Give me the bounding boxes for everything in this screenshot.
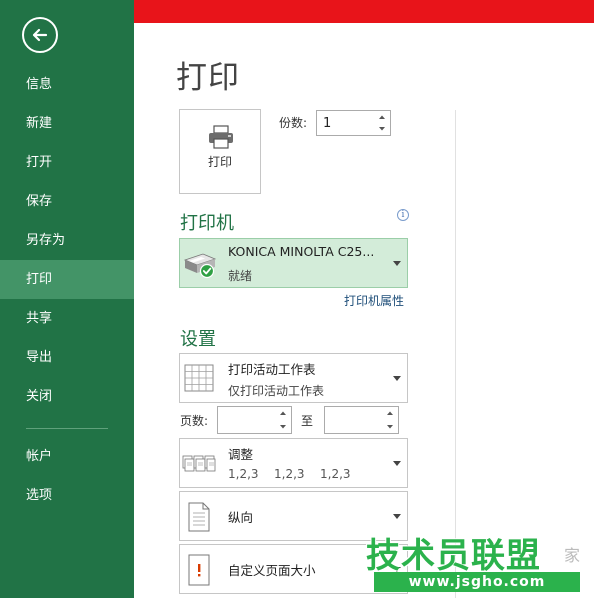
collate-order-item: 1,2,3: [320, 467, 351, 481]
custom-page-size-icon: [188, 554, 210, 586]
sidebar-item-save[interactable]: 保存: [0, 182, 134, 221]
chevron-down-icon: [393, 461, 401, 466]
settings-heading: 设置: [180, 329, 216, 350]
sidebar-item-info[interactable]: 信息: [0, 65, 134, 104]
collate-order-item: 1,2,3: [228, 467, 259, 481]
sidebar-item-options[interactable]: 选项: [0, 476, 134, 515]
sidebar-item-new[interactable]: 新建: [0, 104, 134, 143]
collate-order: 1,2,3 1,2,3 1,2,3: [228, 467, 366, 481]
watermark-text: 技术员联盟: [366, 536, 541, 576]
page-title: 打印: [176, 60, 240, 96]
sidebar-item-account[interactable]: 帐户: [0, 437, 134, 476]
printer-status: 就绪: [228, 269, 253, 283]
sidebar-divider: [26, 428, 108, 429]
pages-to-label: 至: [301, 414, 314, 428]
watermark-logo: 技术员联盟 家 www.jsgho.com: [362, 528, 594, 598]
pages-from-stepper[interactable]: [217, 406, 292, 434]
printer-name: KONICA MINOLTA C25...: [228, 244, 375, 259]
collate-select[interactable]: 调整 1,2,3 1,2,3 1,2,3: [179, 438, 408, 488]
spin-up-icon[interactable]: [277, 408, 289, 419]
sidebar-item-close[interactable]: 关闭: [0, 377, 134, 416]
pages-to-input[interactable]: [325, 407, 380, 433]
collate-title: 调整: [228, 447, 254, 462]
pages-from-input[interactable]: [218, 407, 273, 433]
printer-properties-link[interactable]: 打印机属性: [344, 292, 404, 309]
title-accent-bar: [134, 0, 594, 23]
watermark-tail: 家: [564, 546, 581, 565]
copies-stepper[interactable]: [316, 110, 391, 136]
printer-ready-icon: [183, 253, 217, 279]
printer-heading: 打印机: [180, 213, 234, 234]
chevron-down-icon: [393, 261, 401, 266]
sidebar-item-export[interactable]: 导出: [0, 338, 134, 377]
arrow-left-icon: [32, 28, 48, 42]
chevron-down-icon: [393, 376, 401, 381]
spin-up-icon[interactable]: [376, 112, 388, 123]
spin-down-icon[interactable]: [384, 421, 396, 432]
spin-up-icon[interactable]: [384, 408, 396, 419]
print-scope-subtitle: 仅打印活动工作表: [228, 384, 325, 398]
chevron-down-icon: [393, 514, 401, 519]
collate-order-item: 1,2,3: [274, 467, 305, 481]
portrait-page-icon: [188, 502, 210, 532]
paper-size-title: 自定义页面大小: [228, 563, 316, 578]
watermark-url: www.jsgho.com: [374, 572, 580, 592]
sheet-grid-icon: [184, 364, 214, 392]
pages-label: 页数:: [180, 414, 209, 428]
print-button-label: 打印: [207, 155, 232, 169]
printer-icon: [209, 125, 233, 149]
print-scope-select[interactable]: 打印活动工作表 仅打印活动工作表: [179, 353, 408, 403]
print-scope-title: 打印活动工作表: [228, 362, 316, 377]
collated-pages-icon: [182, 455, 216, 472]
orientation-title: 纵向: [228, 510, 254, 525]
sidebar-item-print[interactable]: 打印: [0, 260, 134, 299]
back-button[interactable]: [22, 17, 58, 53]
copies-input[interactable]: [317, 111, 372, 135]
print-button[interactable]: 打印: [179, 109, 261, 194]
copies-label: 份数:: [279, 116, 308, 130]
printer-select[interactable]: KONICA MINOLTA C25... 就绪: [179, 238, 408, 288]
pages-to-stepper[interactable]: [324, 406, 399, 434]
sidebar-item-share[interactable]: 共享: [0, 299, 134, 338]
preview-divider: [455, 110, 456, 598]
sidebar-item-open[interactable]: 打开: [0, 143, 134, 182]
spin-down-icon[interactable]: [277, 421, 289, 432]
sidebar-item-save-as[interactable]: 另存为: [0, 221, 134, 260]
info-icon[interactable]: i: [397, 209, 409, 221]
spin-down-icon[interactable]: [376, 123, 388, 134]
backstage-sidebar: 信息 新建 打开 保存 另存为 打印 共享 导出 关闭 帐户 选项: [0, 0, 134, 598]
